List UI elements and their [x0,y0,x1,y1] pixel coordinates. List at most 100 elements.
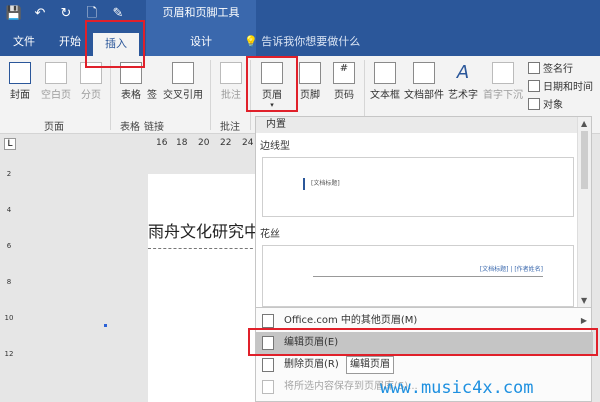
ruler-number: 6 [6,242,12,250]
remove-header-icon [262,358,274,372]
page-break-label: 分页 [81,90,101,101]
tab-home[interactable]: 开始 [50,30,90,56]
template-text: [文档标题] [311,180,340,187]
group-label-tables: 表格 [120,122,140,133]
object-button[interactable]: 对象 [528,96,563,111]
menu-item-remove-header[interactable]: 删除页眉(R) [256,354,593,376]
comment-label: 批注 [221,90,241,101]
highlight-insert-tab [85,20,145,68]
lightbulb-icon: 💡 [244,35,258,48]
date-time-label: 日期和时间 [543,82,593,93]
header-gallery: 内置 边线型 [文档标题] 花丝 [文档标题] | [作者姓名] ▲ ▼ [255,116,592,308]
watermark-text: www.music4x.com [380,378,534,398]
object-label: 对象 [543,100,563,111]
vertical-ruler: 2 4 6 8 10 12 [2,154,16,402]
date-time-button[interactable]: 日期和时间 [528,78,593,93]
wordart-button[interactable]: A 艺术字 [446,62,480,101]
ruler-number: 2 [6,170,12,178]
ruler-number: 22 [220,138,232,148]
comment-button[interactable]: 批注 [216,62,246,101]
text-cursor [104,324,107,327]
ribbon-separator [210,60,211,130]
highlight-edit-header [248,328,598,356]
blank-page-icon [45,62,67,84]
page-number-button[interactable]: # 页码 [328,62,360,101]
ruler-number: 18 [176,138,188,148]
cover-page-label: 封面 [10,90,30,101]
template-line [313,276,543,277]
textbox-label: 文本框 [370,90,400,101]
footer-button[interactable]: 页脚 [294,62,326,101]
tab-design[interactable]: 设计 [146,30,256,56]
undo-icon[interactable]: ↶ [30,4,50,24]
ruler-number: 24 [242,138,254,148]
cross-reference-button[interactable]: 交叉引用 [160,62,206,101]
object-icon [528,97,540,110]
tell-me-text: 告诉我你想要做什么 [261,35,361,48]
page-number-label: 页码 [334,90,354,101]
gallery-scrollbar[interactable]: ▲ ▼ [577,117,591,307]
gallery-header: 内置 [256,117,578,133]
redo-icon[interactable]: ↻ [56,4,76,24]
scroll-thumb[interactable] [581,131,588,189]
cross-reference-icon [172,62,194,84]
dropcap-label: 首字下沉 [483,90,523,101]
textbox-icon [374,62,396,84]
blank-page-label: 空白页 [41,90,71,101]
group-label-comments: 批注 [220,122,240,133]
header-boundary-line [148,248,258,249]
table-label: 表格 [121,90,141,101]
blank-page-button[interactable]: 空白页 [38,62,74,101]
ruler-number: 12 [4,350,14,358]
header-template-filigree[interactable]: [文档标题] | [作者姓名] [262,245,574,307]
bookmark-button[interactable]: 签 [146,86,158,101]
quick-parts-label: 文档部件 [404,90,444,101]
signature-line-icon [528,61,540,74]
scroll-up-icon[interactable]: ▲ [581,119,587,128]
calendar-icon [528,79,540,92]
cross-reference-label: 交叉引用 [163,90,203,101]
ribbon-separator [110,60,111,130]
group-label-pages: 页面 [44,122,64,133]
quick-parts-button[interactable]: 文档部件 [402,62,446,101]
office-icon [262,314,274,328]
highlight-header-button [246,56,298,112]
ruler-number: 4 [6,206,12,214]
footer-label: 页脚 [300,90,320,101]
ruler-number: 8 [6,278,12,286]
page-number-icon: # [333,62,355,84]
template-label: 花丝 [260,229,280,240]
context-tool-title: 页眉和页脚工具 [146,0,256,30]
scroll-down-icon[interactable]: ▼ [581,296,587,305]
template-label: 边线型 [260,141,290,152]
wordart-label: 艺术字 [448,90,478,101]
tell-me-search[interactable]: 💡 告诉我你想要做什么 [244,30,360,54]
comment-icon [220,62,242,84]
wordart-icon: A [456,62,470,83]
cover-page-icon [9,62,31,84]
menu-item-label: 删除页眉(R) [284,359,339,370]
dropcap-button[interactable]: 首字下沉 [480,62,526,101]
tooltip: 编辑页眉 [346,356,394,374]
dropcap-icon [492,62,514,84]
ruler-number: 20 [198,138,210,148]
save-selection-icon [262,380,274,394]
quick-parts-icon [413,62,435,84]
footer-icon [299,62,321,84]
cover-page-button[interactable]: 封面 [4,62,36,101]
save-icon[interactable]: 💾 [4,4,24,24]
template-accent-bar [303,178,305,190]
signature-line-label: 签名行 [543,64,573,75]
ruler-number: 10 [4,314,14,322]
template-text: [文档标题] | [作者姓名] [479,266,543,273]
group-label-links: 链接 [144,122,164,133]
bookmark-label: 签 [147,90,157,101]
menu-item-label: Office.com 中的其他页眉(M) [284,315,418,326]
signature-line-button[interactable]: 签名行 [528,60,573,75]
header-template-sideline[interactable]: [文档标题] [262,157,574,217]
textbox-button[interactable]: 文本框 [368,62,402,101]
tab-file[interactable]: 文件 [6,30,42,56]
document-page[interactable] [148,174,268,402]
ruler-number: 16 [156,138,168,148]
tab-selector[interactable]: L [4,138,16,150]
